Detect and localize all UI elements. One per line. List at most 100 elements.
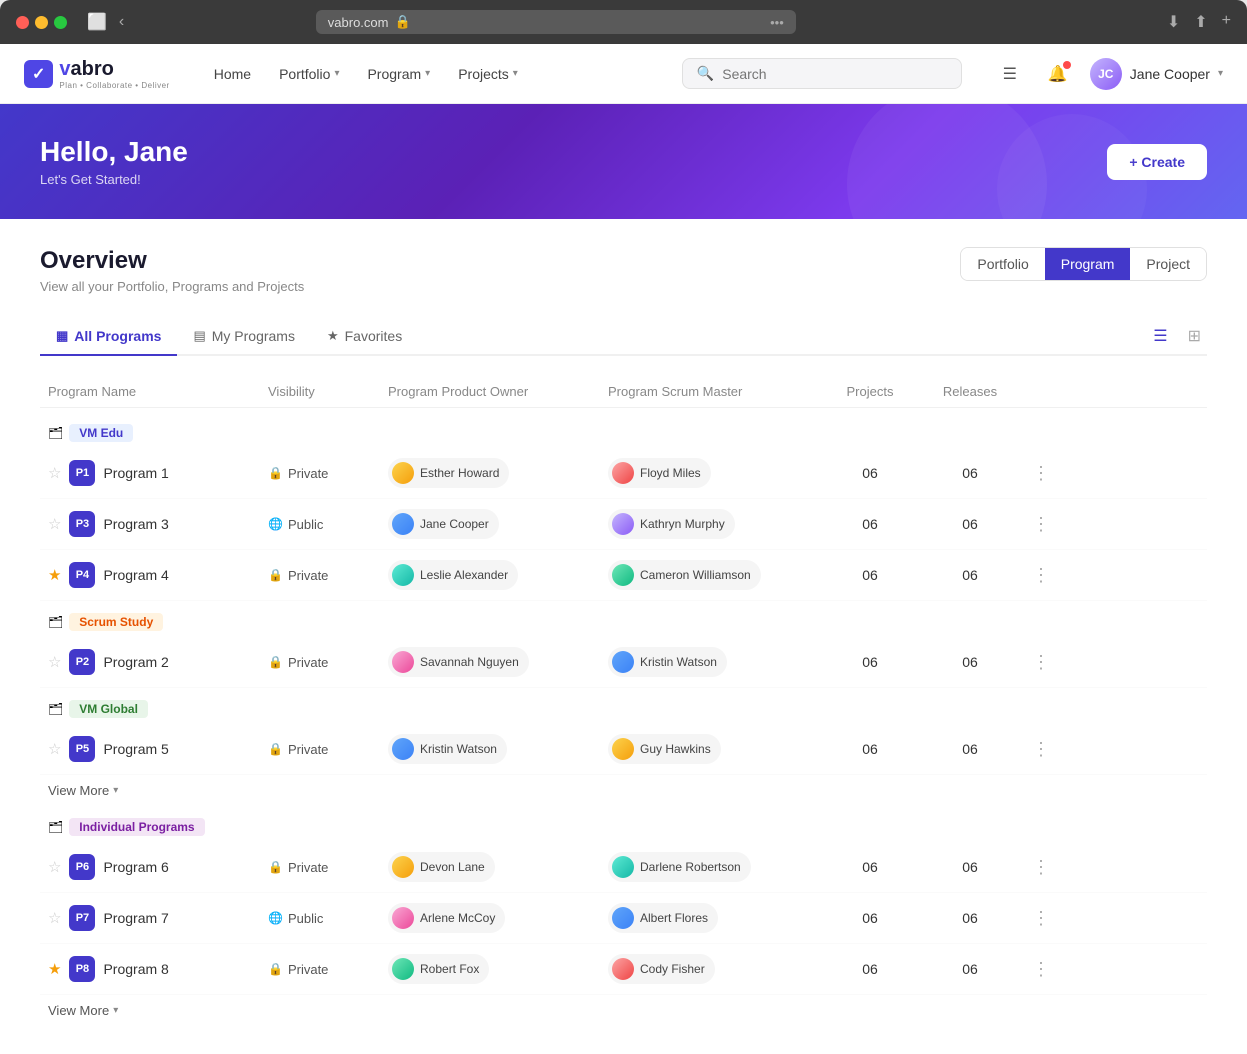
favorites-icon: ★ [327, 328, 339, 344]
scrum-master-avatar-P2 [612, 651, 634, 673]
visibility-icon-P3: 🌐 [268, 517, 283, 531]
scrum-master-chip-P4[interactable]: Cameron Williamson [608, 560, 761, 590]
product-owner-chip-P3[interactable]: Jane Cooper [388, 509, 499, 539]
more-btn-P3[interactable]: ⋮ [1028, 514, 1054, 535]
tl-yellow[interactable] [35, 16, 48, 29]
product-owner-chip-P5[interactable]: Kristin Watson [388, 734, 507, 764]
product-owner-chip-P2[interactable]: Savannah Nguyen [388, 647, 529, 677]
star-btn-P5[interactable]: ☆ [48, 740, 61, 758]
prog-name-P5: Program 5 [103, 741, 168, 757]
nav-projects[interactable]: Projects ▾ [446, 60, 530, 88]
prog-badge-P8: P8 [69, 956, 95, 982]
visibility-text-P1: Private [288, 466, 328, 481]
scrum-master-chip-P6[interactable]: Darlene Robertson [608, 852, 751, 882]
visibility-text-P3: Public [288, 517, 323, 532]
search-bar[interactable]: 🔍 [682, 58, 962, 89]
tl-green[interactable] [54, 16, 67, 29]
product-owner-chip-P8[interactable]: Robert Fox [388, 954, 489, 984]
product-owner-chip-P7[interactable]: Arlene McCoy [388, 903, 505, 933]
create-button[interactable]: + Create [1107, 144, 1207, 180]
group-label-0: 🗂 VM Edu [40, 412, 1207, 448]
view-more-label-2: View More [48, 783, 109, 798]
grid-view-btn[interactable]: ⊞ [1182, 322, 1207, 350]
more-btn-P6[interactable]: ⋮ [1028, 857, 1054, 878]
scrum-master-cell-P3: Kathryn Murphy [600, 509, 820, 539]
more-btn-P2[interactable]: ⋮ [1028, 652, 1054, 673]
notifications-btn[interactable]: 🔔 [1042, 58, 1074, 90]
star-btn-P3[interactable]: ☆ [48, 515, 61, 533]
notes-icon-btn[interactable]: ☰ [994, 58, 1026, 90]
nav-portfolio[interactable]: Portfolio ▾ [267, 60, 351, 88]
notes-icon: ☰ [1003, 64, 1017, 84]
logo[interactable]: ✓ vabro Plan • Collaborate • Deliver [24, 58, 170, 90]
group-icon-3: 🗂 [48, 820, 63, 834]
new-tab-icon[interactable]: + [1222, 12, 1231, 32]
star-btn-P1[interactable]: ☆ [48, 464, 61, 482]
scrum-master-chip-P1[interactable]: Floyd Miles [608, 458, 711, 488]
more-btn-P8[interactable]: ⋮ [1028, 959, 1054, 980]
more-btn-P5[interactable]: ⋮ [1028, 739, 1054, 760]
project-toggle-btn[interactable]: Project [1130, 248, 1206, 280]
scrum-master-avatar-P7 [612, 907, 634, 929]
program-row-P4[interactable]: ★ P4 Program 4 🔒 Private Leslie Alexande… [40, 550, 1207, 601]
tab-my-programs[interactable]: ▤ My Programs [177, 318, 311, 356]
product-owner-name-P4: Leslie Alexander [420, 568, 508, 582]
user-info[interactable]: JC Jane Cooper ▾ [1090, 58, 1223, 90]
projects-cell-P7: 06 [820, 910, 920, 926]
program-row-P8[interactable]: ★ P8 Program 8 🔒 Private Robert Fox Cody… [40, 944, 1207, 995]
view-more-3[interactable]: View More ▾ [40, 995, 1207, 1026]
url-text: vabro.com [328, 15, 389, 30]
product-owner-avatar-P1 [392, 462, 414, 484]
more-btn-P4[interactable]: ⋮ [1028, 565, 1054, 586]
scrum-master-chip-P2[interactable]: Kristin Watson [608, 647, 727, 677]
nav-right: ☰ 🔔 JC Jane Cooper ▾ [994, 58, 1223, 90]
visibility-cell-P8: 🔒 Private [260, 962, 380, 977]
star-btn-P2[interactable]: ☆ [48, 653, 61, 671]
back-nav-icon[interactable]: ‹ [119, 13, 124, 31]
scrum-master-chip-P5[interactable]: Guy Hawkins [608, 734, 721, 764]
program-row-P2[interactable]: ☆ P2 Program 2 🔒 Private Savannah Nguyen… [40, 637, 1207, 688]
scrum-master-cell-P6: Darlene Robertson [600, 852, 820, 882]
tab-favorites[interactable]: ★ Favorites [311, 318, 418, 356]
program-chevron: ▾ [425, 68, 430, 79]
share-icon[interactable]: ⬆ [1194, 12, 1207, 32]
list-view-btn[interactable]: ☰ [1147, 322, 1173, 350]
more-btn-P1[interactable]: ⋮ [1028, 463, 1054, 484]
more-btn-P7[interactable]: ⋮ [1028, 908, 1054, 929]
tab-all-programs[interactable]: ▦ All Programs [40, 318, 177, 356]
program-row-P6[interactable]: ☆ P6 Program 6 🔒 Private Devon Lane Darl… [40, 842, 1207, 893]
product-owner-chip-P6[interactable]: Devon Lane [388, 852, 495, 882]
portfolio-toggle-btn[interactable]: Portfolio [961, 248, 1044, 280]
sidebar-toggle-icon[interactable]: ⬜ [87, 12, 107, 32]
star-btn-P6[interactable]: ☆ [48, 858, 61, 876]
product-owner-avatar-P5 [392, 738, 414, 760]
program-toggle-btn[interactable]: Program [1045, 248, 1131, 280]
nav-program[interactable]: Program ▾ [355, 60, 442, 88]
prog-name-P8: Program 8 [103, 961, 168, 977]
projects-cell-P6: 06 [820, 859, 920, 875]
product-owner-chip-P1[interactable]: Esther Howard [388, 458, 509, 488]
nav-home[interactable]: Home [202, 60, 263, 88]
product-owner-chip-P4[interactable]: Leslie Alexander [388, 560, 518, 590]
product-owner-cell-P5: Kristin Watson [380, 734, 600, 764]
scrum-master-name-P6: Darlene Robertson [640, 860, 741, 874]
program-row-P1[interactable]: ☆ P1 Program 1 🔒 Private Esther Howard F… [40, 448, 1207, 499]
download-icon[interactable]: ⬇ [1167, 12, 1180, 32]
actions-cell-P4: ⋮ [1020, 565, 1060, 586]
address-bar[interactable]: vabro.com 🔒 ••• [316, 10, 796, 34]
star-btn-P4[interactable]: ★ [48, 566, 61, 584]
scrum-master-chip-P7[interactable]: Albert Flores [608, 903, 718, 933]
scrum-master-chip-P8[interactable]: Cody Fisher [608, 954, 715, 984]
program-row-P5[interactable]: ☆ P5 Program 5 🔒 Private Kristin Watson … [40, 724, 1207, 775]
tl-red[interactable] [16, 16, 29, 29]
visibility-icon-P2: 🔒 [268, 655, 283, 669]
view-more-2[interactable]: View More ▾ [40, 775, 1207, 806]
overview-title-section: Overview View all your Portfolio, Progra… [40, 247, 304, 294]
program-row-P3[interactable]: ☆ P3 Program 3 🌐 Public Jane Cooper Kath… [40, 499, 1207, 550]
star-btn-P8[interactable]: ★ [48, 960, 61, 978]
star-btn-P7[interactable]: ☆ [48, 909, 61, 927]
search-input[interactable] [722, 66, 947, 82]
program-row-P7[interactable]: ☆ P7 Program 7 🌐 Public Arlene McCoy Alb… [40, 893, 1207, 944]
portfolio-chevron: ▾ [334, 68, 339, 79]
scrum-master-chip-P3[interactable]: Kathryn Murphy [608, 509, 735, 539]
